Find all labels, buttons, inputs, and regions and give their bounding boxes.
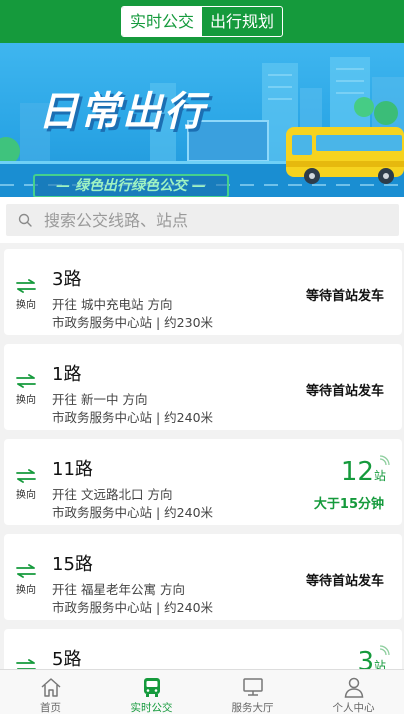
route-card[interactable]: 换向 1路 开往 新一中 方向 市政务服务中心站 | 约240米 等待首站发车 (4, 344, 402, 430)
route-direction: 开往 城中充电站 方向 (52, 297, 173, 312)
home-icon (41, 678, 60, 697)
mode-switch: 实时公交 出行规划 (120, 6, 284, 37)
swap-arrows-icon (16, 564, 36, 578)
swap-direction-button[interactable]: 换向 (14, 469, 38, 501)
banner-title: 日常出行 (38, 89, 206, 135)
swap-direction-button[interactable]: 换向 (14, 279, 38, 311)
route-list: 换向 3路 开往 城中充电站 方向 市政务服务中心站 | 约230米 等待首站发… (0, 243, 404, 669)
eta-stops-count: 12 (340, 457, 374, 487)
eta-stops: 12站 (340, 455, 390, 487)
swap-arrows-icon (16, 469, 36, 483)
nav-home-label: 首页 (40, 702, 61, 714)
tab-trip-planning[interactable]: 出行规划 (202, 7, 282, 36)
swap-direction-button[interactable]: 换向 (14, 564, 38, 596)
eta-stops-unit: 站 (373, 469, 386, 483)
realtime-signal-icon (379, 455, 390, 466)
nav-realtime-bus-label: 实时公交 (130, 702, 173, 714)
eta-time: 大于15分钟 (313, 497, 384, 512)
realtime-signal-icon (379, 645, 390, 656)
bus-status: 等待首站发车 (305, 289, 384, 304)
swap-label: 换向 (16, 490, 36, 501)
route-card[interactable]: 5路 3站 (4, 629, 402, 669)
route-name: 3路 (52, 269, 82, 290)
nearby-stop: 市政务服务中心站 | 约240米 (52, 505, 214, 520)
top-header: 实时公交 出行规划 (0, 0, 404, 43)
nearby-stop: 市政务服务中心站 | 约240米 (52, 600, 214, 615)
eta-stops: 3站 (357, 645, 390, 669)
swap-direction-button[interactable] (14, 659, 38, 669)
nav-realtime-bus[interactable]: 实时公交 (101, 670, 202, 714)
promo-banner[interactable]: 日常出行 — 绿色出行绿色公交 — (0, 43, 404, 197)
nearby-stop: 市政务服务中心站 | 约230米 (52, 315, 214, 330)
swap-arrows-icon (16, 374, 36, 388)
nav-profile-label: 个人中心 (332, 702, 375, 714)
nav-profile[interactable]: 个人中心 (303, 670, 404, 714)
swap-label: 换向 (16, 300, 36, 311)
banner-subtitle: — 绿色出行绿色公交 — (33, 174, 229, 197)
route-direction: 开往 福星老年公寓 方向 (52, 582, 185, 597)
nav-home[interactable]: 首页 (0, 670, 101, 714)
route-name: 11路 (52, 459, 93, 480)
nearby-stop: 市政务服务中心站 | 约240米 (52, 410, 214, 425)
search-icon (18, 213, 32, 227)
route-name: 15路 (52, 554, 93, 575)
search-input[interactable] (44, 210, 364, 230)
search-bar-container (0, 197, 404, 243)
swap-direction-button[interactable]: 换向 (14, 374, 38, 406)
nav-service-hall[interactable]: 服务大厅 (202, 670, 303, 714)
bus-status: 等待首站发车 (305, 384, 384, 399)
user-icon (344, 677, 363, 698)
tab-realtime-bus[interactable]: 实时公交 (121, 7, 202, 36)
route-card[interactable]: 换向 15路 开往 福星老年公寓 方向 市政务服务中心站 | 约240米 等待首… (4, 534, 402, 620)
route-card[interactable]: 换向 3路 开往 城中充电站 方向 市政务服务中心站 | 约230米 等待首站发… (4, 249, 402, 335)
swap-arrows-icon (16, 279, 36, 293)
bus-status: 等待首站发车 (305, 574, 384, 589)
swap-arrows-icon (16, 659, 36, 669)
route-name: 1路 (52, 364, 82, 385)
bottom-nav: 首页 实时公交 服务大厅 个人中心 (0, 669, 404, 714)
bus-icon (143, 678, 160, 697)
route-card[interactable]: 换向 11路 开往 文远路北口 方向 市政务服务中心站 | 约240米 12站 … (4, 439, 402, 525)
swap-label: 换向 (16, 585, 36, 596)
search-box[interactable] (6, 204, 399, 236)
eta-stops-count: 3 (357, 647, 374, 669)
route-name: 5路 (52, 649, 82, 669)
monitor-icon (242, 678, 263, 696)
route-direction: 开往 新一中 方向 (52, 392, 148, 407)
eta-stops-unit: 站 (373, 659, 386, 669)
bus-illustration (286, 127, 404, 184)
swap-label: 换向 (16, 395, 36, 406)
route-direction: 开往 文远路北口 方向 (52, 487, 173, 502)
nav-service-hall-label: 服务大厅 (231, 702, 274, 714)
